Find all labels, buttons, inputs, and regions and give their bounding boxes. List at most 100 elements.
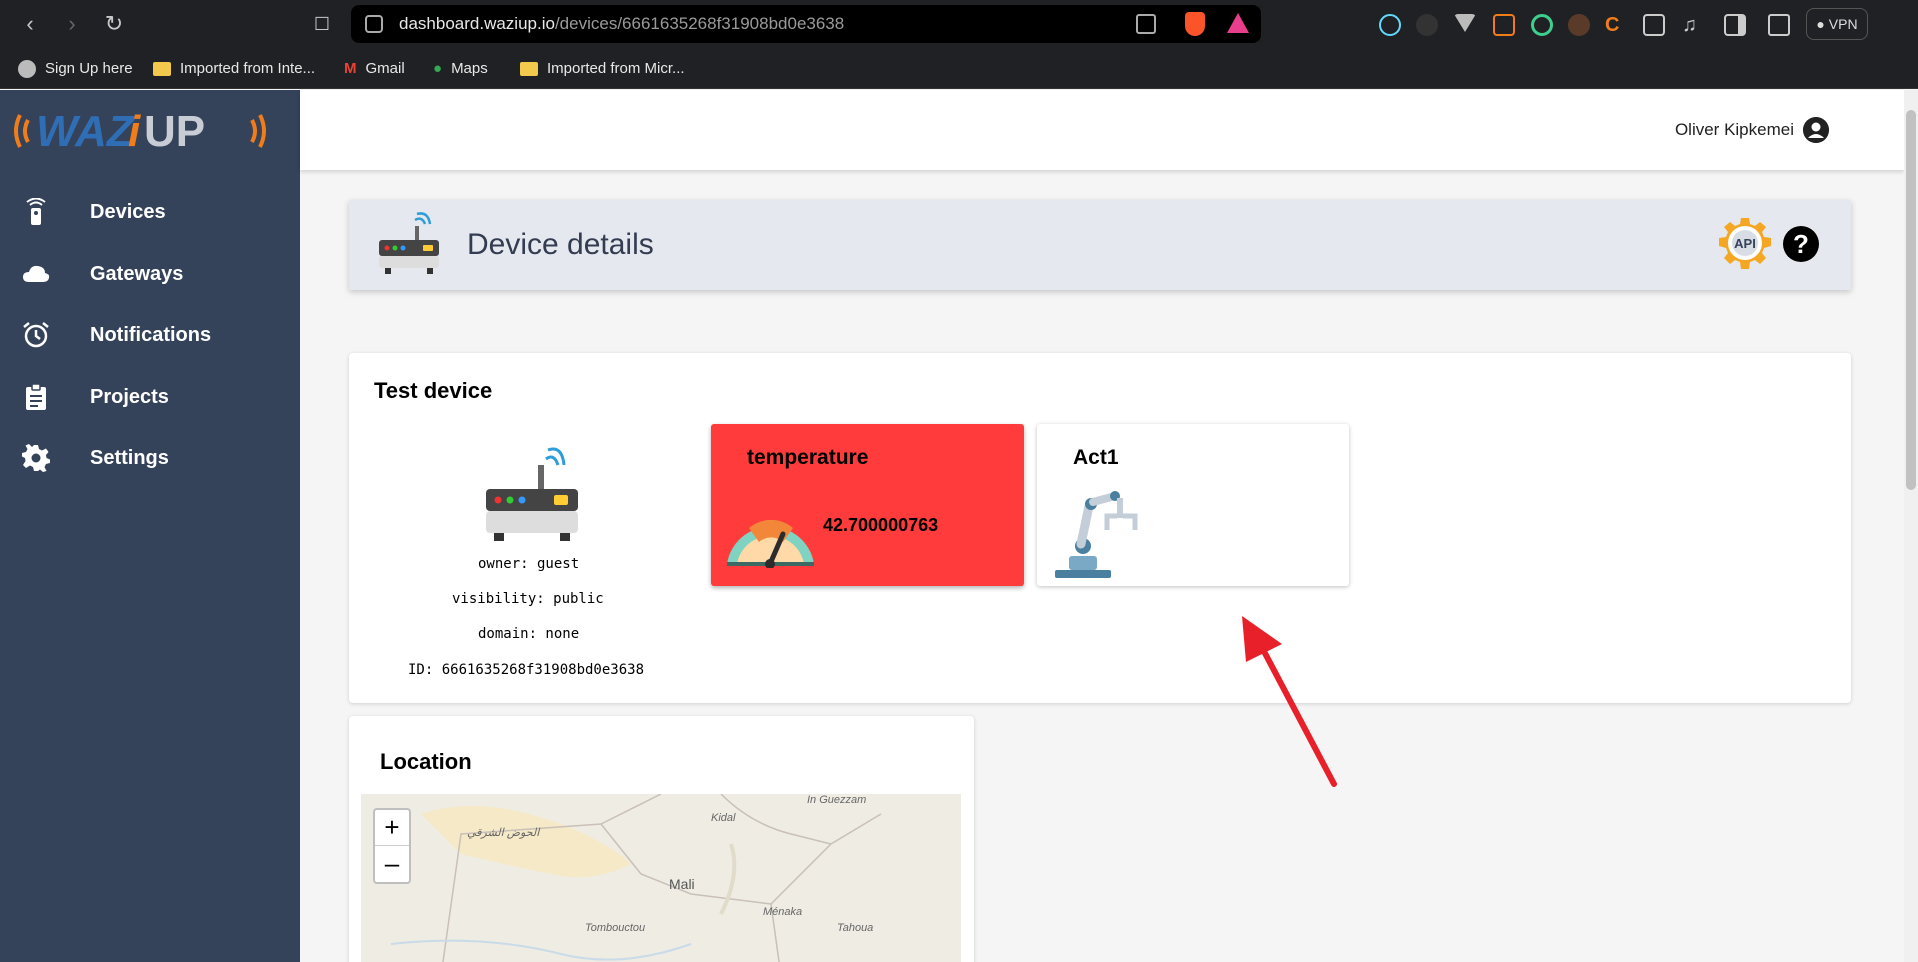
extension-bear-icon[interactable] [1568,14,1590,36]
bookmark-label: Maps [451,60,488,77]
api-gear-icon[interactable]: API [1717,217,1773,273]
map-label: الحوض الشرقي [467,827,540,839]
bookmark-icon[interactable]: ☐ [308,10,336,38]
sidebar-item-label: Gateways [90,262,184,285]
react-devtools-icon[interactable] [1379,14,1401,36]
api-label: API [1734,236,1756,251]
bookmark-label: Imported from Micr... [547,60,685,77]
username[interactable]: Oliver Kipkemei [1675,120,1794,140]
folder-icon [520,62,538,76]
help-icon[interactable]: ? [1783,226,1819,262]
remote-icon [26,198,46,225]
svg-text:WAZ: WAZ [36,107,136,156]
account-circle-icon[interactable] [1803,117,1829,143]
forward-icon[interactable]: › [58,10,86,38]
location-card: Location + – الحوض الشرقي Kidal In Guezz… [349,716,974,962]
map-label: In Guezzam [807,794,867,806]
annotation-arrow [1242,616,1337,787]
url-text: dashboard.waziup.io/devices/6661635268f3… [399,14,844,34]
music-note-icon[interactable]: ♫ [1682,14,1704,36]
zoom-in-button[interactable]: + [375,810,409,846]
router-device-icon [486,447,578,541]
clipboard-icon [26,383,46,410]
location-title: Location [380,749,472,774]
actuator-name: Act1 [1073,446,1119,469]
share-icon[interactable] [1136,14,1156,34]
map-label: Ménaka [763,906,803,918]
vpn-button[interactable]: ● VPN [1806,8,1868,40]
extension-a-icon[interactable] [1416,14,1438,36]
sidebar-item-label: Settings [90,446,169,469]
waziup-logo[interactable]: WAZ i UP [10,100,270,162]
top-app-bar: Oliver Kipkemei [300,90,1904,170]
globe-icon [18,60,36,78]
page-header-card: Device details API ? [349,200,1851,290]
svg-text:UP: UP [144,107,205,156]
device-card: Test device owner: guest visibility: pub… [349,353,1851,703]
router-icon [379,212,439,274]
bookmark-folder-micr[interactable]: Imported from Micr... [520,57,685,81]
vpn-label: VPN [1828,16,1858,32]
url-domain: dashboard.waziup.io [399,14,555,33]
page-title: Device details [467,228,654,261]
bookmark-folder-inte[interactable]: Imported from Inte... [153,57,315,81]
sidebar-toggle-icon[interactable] [1724,14,1746,36]
device-domain: domain: none [478,626,580,642]
sidebar-item-devices[interactable]: Devices [0,187,300,237]
sidebar-item-gateways[interactable]: Gateways [0,249,300,299]
bookmarks-bar: Sign Up here Imported from Inte... M Gmai… [0,48,1918,89]
brave-shield-icon[interactable] [1185,12,1205,36]
device-id: ID: 6661635268f31908bd0e3638 [408,662,645,678]
gear-icon [22,444,50,472]
alarm-clock-icon [23,322,49,348]
site-settings-icon[interactable] [365,15,383,33]
bookmark-label: Imported from Inte... [180,60,316,77]
sidebar-item-projects[interactable]: Projects [0,372,300,422]
sidebar: WAZ i UP Devices Gateways Notifications … [0,90,300,962]
folder-icon [153,62,171,76]
map-label: Kidal [711,812,736,824]
sidebar-item-settings[interactable]: Settings [0,433,300,483]
extension-c-icon[interactable]: C [1605,14,1627,36]
sidebar-item-label: Notifications [90,323,212,346]
zoom-out-button[interactable]: – [375,846,409,882]
bookmark-signup[interactable]: Sign Up here [18,57,133,81]
actuator-card-act1[interactable]: Act1 [1037,424,1349,586]
sidebar-item-label: Devices [90,200,166,223]
url-path: /devices/6661635268f31908bd0e3638 [554,14,845,33]
map-label: Tahoua [837,922,874,934]
vue-devtools-icon[interactable] [1454,14,1476,32]
back-icon[interactable]: ‹ [16,10,44,38]
map[interactable]: + – الحوض الشرقي Kidal In Guezzam Mali M… [361,794,961,962]
bookmark-maps[interactable]: ● Maps [433,57,488,81]
brave-rewards-icon[interactable] [1227,13,1249,33]
sidebar-item-notifications[interactable]: Notifications [0,310,300,360]
sensor-card-temperature[interactable]: temperature 42.700000763 [711,424,1024,586]
sensor-value: 42.700000763 [823,515,939,535]
sensor-name: temperature [747,446,869,469]
gmail-icon: M [344,60,357,77]
extension-circle-icon[interactable] [1531,14,1553,36]
page-scrollbar[interactable] [1904,90,1918,962]
map-label-country: Mali [669,876,695,892]
reload-icon[interactable]: ↻ [100,10,128,38]
zoom-control: + – [373,808,411,884]
address-bar[interactable]: dashboard.waziup.io/devices/6661635268f3… [351,5,1261,43]
maps-pin-icon: ● [433,60,443,77]
bookmark-label: Sign Up here [45,60,133,77]
browser-toolbar: ‹ › ↻ ☐ dashboard.waziup.io/devices/6661… [0,0,1918,48]
device-owner: owner: guest [478,556,580,572]
scroll-thumb[interactable] [1906,110,1916,490]
extension-bug-icon[interactable] [1493,14,1515,36]
cloud-icon [23,265,50,282]
map-tiles [390,794,882,962]
bookmark-label: Gmail [365,60,405,77]
device-name: Test device [374,378,493,403]
extensions-puzzle-icon[interactable] [1643,14,1665,36]
svg-text:i: i [128,107,141,156]
device-visibility: visibility: public [452,591,604,607]
wallet-icon[interactable] [1768,14,1790,36]
bookmark-gmail[interactable]: M Gmail [344,57,405,81]
robot-arm-icon [1055,491,1138,578]
map-label: Tombouctou [585,922,646,934]
